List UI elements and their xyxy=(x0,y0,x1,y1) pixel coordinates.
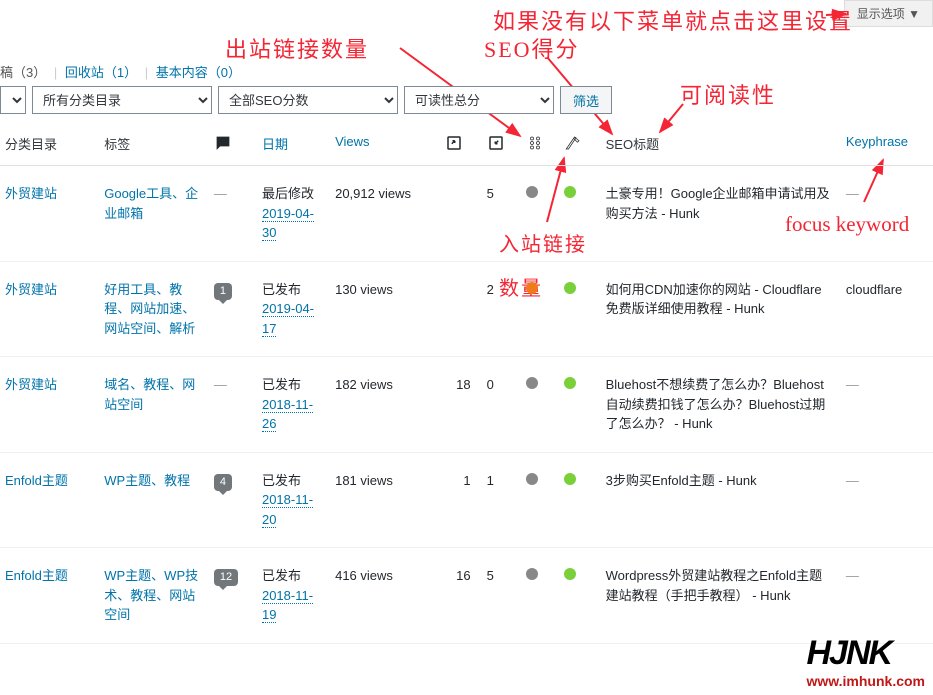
score-cell xyxy=(520,261,558,357)
keyphrase-cell: — xyxy=(840,548,933,644)
cat-link[interactable]: 外贸建站 xyxy=(5,282,57,297)
inbound-cell: 1 xyxy=(481,452,521,548)
subsub-draft[interactable]: 稿（3） xyxy=(0,65,46,80)
read-cell xyxy=(558,357,600,453)
outbound-cell xyxy=(439,261,481,357)
keyphrase-cell: — xyxy=(840,452,933,548)
table-row: Enfold主题 WP主题、WP技术、教程、网站空间12已发布2018-11-19… xyxy=(0,548,933,644)
read-cell xyxy=(558,452,600,548)
inbound-cell: 2 xyxy=(481,261,521,357)
subsub-nav: 稿（3） | 回收站（1） | 基本内容（0） xyxy=(0,62,241,81)
comments-cell[interactable]: — xyxy=(208,357,256,453)
bulk-select-stub[interactable] xyxy=(0,86,26,114)
score-cell xyxy=(520,548,558,644)
col-category[interactable]: 分类目录 xyxy=(0,124,98,166)
title-cell: Bluehost不想续费了怎么办？Bluehost自动续费扣钱了怎么办？Blue… xyxy=(600,357,840,453)
inbound-cell: 5 xyxy=(481,548,521,644)
annotation-outbound: 出站链接数量 xyxy=(225,32,369,64)
subsub-recycle[interactable]: 回收站（1） xyxy=(65,65,137,80)
views-cell: 130 views xyxy=(329,261,439,357)
col-seoscore-icon[interactable] xyxy=(520,124,558,166)
tag-link[interactable]: WP主题、WP技术、教程、网站空间 xyxy=(104,568,198,622)
category-filter[interactable]: 所有分类目录 xyxy=(32,86,212,114)
filter-bar: 所有分类目录 全部SEO分数 可读性总分 筛选 xyxy=(0,86,612,114)
col-comments[interactable] xyxy=(208,124,256,166)
title-cell: 土豪专用！Google企业邮箱申请试用及购买方法 - Hunk xyxy=(600,166,840,262)
readability-filter[interactable]: 可读性总分 xyxy=(404,86,554,114)
comments-cell[interactable]: 12 xyxy=(208,548,256,644)
table-row: 外贸建站域名、教程、网站空间—已发布2018-11-26182 views180… xyxy=(0,357,933,453)
keyphrase-cell: — xyxy=(840,357,933,453)
title-cell: Wordpress外贸建站教程之Enfold主题建站教程（手把手教程） - Hu… xyxy=(600,548,840,644)
inbound-cell: 0 xyxy=(481,357,521,453)
views-cell: 182 views xyxy=(329,357,439,453)
tag-link[interactable]: 域名、教程、网站空间 xyxy=(104,377,195,412)
col-date[interactable]: 日期 xyxy=(256,124,329,166)
col-inbound-icon[interactable] xyxy=(481,124,521,166)
read-cell xyxy=(558,261,600,357)
cat-link[interactable]: 外贸建站 xyxy=(5,186,57,201)
keyphrase-cell: — xyxy=(840,166,933,262)
score-cell xyxy=(520,452,558,548)
score-cell xyxy=(520,166,558,262)
comments-cell[interactable]: 4 xyxy=(208,452,256,548)
annotation-seoscore: SEO得分 xyxy=(484,32,580,64)
outbound-cell: 16 xyxy=(439,548,481,644)
table-row: 外贸建站 好用工具、教程、网站加速、网站空间、解析1已发布2019-04-1713… xyxy=(0,261,933,357)
outbound-cell xyxy=(439,166,481,262)
col-views[interactable]: Views xyxy=(329,124,439,166)
col-keyphrase[interactable]: Keyphrase xyxy=(840,124,933,166)
comments-cell[interactable]: 1 xyxy=(208,261,256,357)
tag-link[interactable]: 好用工具、教程、网站加速、网站空间、解析 xyxy=(104,282,195,336)
col-readability-icon[interactable] xyxy=(558,124,600,166)
annotation-top: 如果没有以下菜单就点击这里设置 xyxy=(493,4,853,36)
score-cell xyxy=(520,357,558,453)
posts-table: 分类目录 标签 日期 Views SEO标题 Keyphrase 外贸建站 Goo… xyxy=(0,124,933,644)
col-tags[interactable]: 标签 xyxy=(98,124,208,166)
title-cell: 3步购买Enfold主题 - Hunk xyxy=(600,452,840,548)
views-cell: 20,912 views xyxy=(329,166,439,262)
watermark: HJNK www.imhunk.com xyxy=(807,634,926,689)
views-cell: 181 views xyxy=(329,452,439,548)
screen-options-toggle[interactable]: 显示选项 ▼ xyxy=(844,0,933,27)
date-cell: 已发布2018-11-19 xyxy=(256,548,329,644)
table-row: 外贸建站Google工具、企业邮箱—最后修改2019-04-3020,912 v… xyxy=(0,166,933,262)
inbound-cell: 5 xyxy=(481,166,521,262)
tag-link[interactable]: Google工具、企业邮箱 xyxy=(104,186,198,221)
date-cell: 已发布2018-11-20 xyxy=(256,452,329,548)
outbound-cell: 18 xyxy=(439,357,481,453)
date-cell: 最后修改2019-04-30 xyxy=(256,166,329,262)
annotation-readability: 可阅读性 xyxy=(680,78,776,110)
col-outbound-icon[interactable] xyxy=(439,124,481,166)
table-row: Enfold主题WP主题、教程4已发布2018-11-20181 views11… xyxy=(0,452,933,548)
title-cell: 如何用CDN加速你的网站 - Cloudflare免费版详细使用教程 - Hun… xyxy=(600,261,840,357)
subsub-cornerstone[interactable]: 基本内容（0） xyxy=(156,65,241,80)
cat-link[interactable]: Enfold主题 xyxy=(5,473,68,488)
views-cell: 416 views xyxy=(329,548,439,644)
comments-cell[interactable]: — xyxy=(208,166,256,262)
cat-link[interactable]: Enfold主题 xyxy=(5,568,68,583)
col-seotitle[interactable]: SEO标题 xyxy=(600,124,840,166)
date-cell: 已发布2019-04-17 xyxy=(256,261,329,357)
outbound-cell: 1 xyxy=(439,452,481,548)
seo-score-filter[interactable]: 全部SEO分数 xyxy=(218,86,398,114)
read-cell xyxy=(558,548,600,644)
read-cell xyxy=(558,166,600,262)
filter-button[interactable]: 筛选 xyxy=(560,86,612,114)
keyphrase-cell: cloudflare xyxy=(840,261,933,357)
tag-link[interactable]: WP主题、教程 xyxy=(104,473,190,488)
date-cell: 已发布2018-11-26 xyxy=(256,357,329,453)
cat-link[interactable]: 外贸建站 xyxy=(5,377,57,392)
